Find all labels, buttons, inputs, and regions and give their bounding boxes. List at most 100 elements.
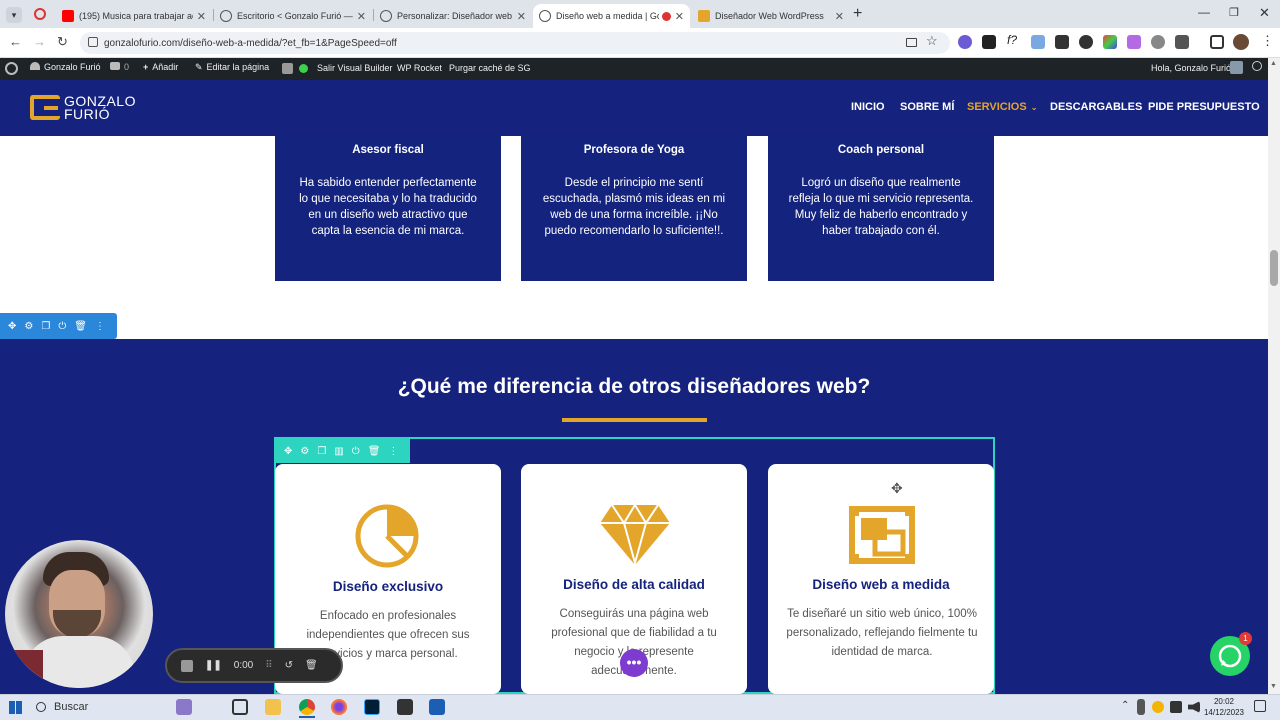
webcam-overlay[interactable] — [5, 540, 153, 688]
delete-recording-icon[interactable]: 🗑 — [305, 660, 318, 671]
columns-icon[interactable]: ▥ — [334, 446, 343, 457]
extension-grey-icon[interactable] — [1151, 35, 1165, 49]
wp-add-new[interactable]: + Añadir — [143, 62, 178, 72]
close-tab-icon[interactable]: ✕ — [675, 10, 684, 23]
trash-icon[interactable]: 🗑 — [74, 321, 87, 332]
nav-pide-presupuesto[interactable]: PIDE PRESUPUESTO — [1148, 101, 1260, 113]
nav-servicios[interactable]: SERVICIOS ⌄ — [967, 101, 1037, 113]
notes-icon[interactable] — [397, 699, 413, 715]
wp-search-icon[interactable] — [1252, 61, 1262, 71]
close-tab-icon[interactable]: ✕ — [357, 10, 366, 23]
duplicate-icon[interactable]: ❐ — [41, 321, 50, 332]
reload-icon[interactable]: ↻ — [57, 34, 68, 50]
duplicate-icon[interactable]: ❐ — [317, 446, 326, 457]
restore-window-button[interactable]: ❐ — [1229, 6, 1239, 19]
tab-escritorio[interactable]: Escritorio < Gonzalo Furió — W ✕ — [214, 4, 372, 28]
wp-greeting[interactable]: Hola, Gonzalo Furió — [1151, 63, 1231, 73]
scroll-down-icon[interactable]: ▼ — [1270, 683, 1277, 690]
app-icon[interactable] — [429, 699, 445, 715]
drag-grid-icon[interactable]: ⠿ — [265, 660, 272, 671]
windows-start-icon[interactable] — [9, 701, 22, 714]
extension-gmail-icon[interactable] — [1055, 35, 1069, 49]
nav-descargables[interactable]: DESCARGABLES — [1050, 101, 1142, 113]
tab-personalizar[interactable]: Personalizar: Diseñador web ✕ — [374, 4, 532, 28]
tab-youtube[interactable]: (195) Musica para trabajar activ✕ — [56, 4, 212, 28]
minimize-window-button[interactable]: — — [1198, 5, 1210, 19]
chrome-icon[interactable] — [299, 699, 315, 715]
taskbar-clock[interactable]: 20:02 14/12/2023 — [1199, 696, 1249, 718]
tray-weather-icon[interactable] — [1152, 701, 1164, 713]
extension-purple-icon[interactable] — [1127, 35, 1141, 49]
wp-rocket[interactable]: WP Rocket — [397, 63, 442, 73]
bookmark-star-icon[interactable]: ☆ — [926, 33, 938, 49]
extensions-puzzle-icon[interactable] — [1175, 35, 1189, 49]
close-window-button[interactable]: ✕ — [1259, 5, 1270, 21]
yoast-icon[interactable] — [282, 63, 293, 74]
diamond-icon — [600, 503, 670, 567]
profile-avatar[interactable] — [1233, 34, 1249, 50]
extension-pen-icon[interactable] — [982, 35, 996, 49]
testimonial-name: Profesora de Yoga — [583, 144, 685, 156]
stop-record-button[interactable] — [181, 659, 193, 672]
page-scrollbar[interactable] — [1268, 58, 1280, 694]
tray-app-icon[interactable] — [1137, 699, 1145, 715]
testimonial-text: Logró un diseño que realmente refleja lo… — [788, 177, 974, 237]
site-info-icon[interactable] — [88, 37, 98, 47]
wp-exit-visual-builder[interactable]: Salir Visual Builder — [317, 63, 392, 73]
wordpress-logo-icon[interactable] — [5, 62, 18, 75]
builder-page-settings-button[interactable]: ••• — [620, 649, 648, 677]
person-jacket — [13, 650, 43, 688]
wp-comments[interactable]: 0 — [110, 62, 129, 72]
nav-sobre-mi[interactable]: SOBRE MÍ — [900, 101, 954, 113]
browser-menu-icon[interactable]: ⋮ — [1261, 33, 1274, 49]
task-view-icon[interactable] — [232, 699, 248, 715]
trash-icon[interactable]: 🗑 — [368, 446, 381, 457]
scroll-up-icon[interactable]: ▲ — [1270, 60, 1277, 67]
extension-screen-icon[interactable] — [1031, 35, 1045, 49]
system-tray-chevron-icon[interactable]: ⌃ — [1121, 700, 1129, 711]
notifications-icon[interactable] — [1254, 700, 1266, 712]
wp-purge-cache[interactable]: Purgar caché de SG — [449, 63, 531, 73]
close-tab-icon[interactable]: ✕ — [835, 10, 844, 23]
firefox-icon[interactable] — [331, 699, 347, 715]
address-bar[interactable]: gonzalofurio.com/diseño-web-a-medida/?et… — [80, 32, 950, 54]
search-highlight-icon[interactable] — [176, 699, 192, 715]
extension-circle-icon[interactable] — [1079, 35, 1093, 49]
nav-inicio[interactable]: INICIO — [851, 101, 885, 113]
user-avatar[interactable] — [1230, 61, 1243, 74]
close-tab-icon[interactable]: ✕ — [197, 10, 206, 23]
file-explorer-icon[interactable] — [265, 699, 281, 715]
tab-search-button[interactable]: ▾ — [6, 7, 22, 23]
more-options-icon[interactable]: ⋮ — [95, 321, 105, 332]
settings-gear-icon[interactable]: ⚙ — [24, 321, 33, 332]
settings-gear-icon[interactable]: ⚙ — [300, 446, 309, 457]
close-tab-icon[interactable]: ✕ — [517, 10, 526, 23]
globe-icon — [539, 10, 551, 22]
new-tab-button[interactable]: + — [853, 5, 862, 23]
chevron-down-icon: ⌄ — [1030, 103, 1038, 112]
tab-disenador-wordpress[interactable]: Diseñador Web WordPress ✕ — [692, 4, 850, 28]
active-app-underline — [299, 716, 315, 718]
wp-edit-page[interactable]: ✎ Editar la página — [195, 62, 269, 73]
network-icon[interactable] — [1170, 701, 1182, 713]
pause-icon[interactable]: ❚❚ — [205, 660, 222, 671]
more-options-icon[interactable]: ⋮ — [388, 446, 398, 457]
move-icon[interactable]: ✥ — [8, 321, 16, 332]
taskbar-search[interactable]: Buscar — [36, 697, 196, 717]
photoshop-icon[interactable] — [364, 699, 380, 715]
side-panel-icon[interactable] — [1210, 35, 1224, 49]
logo-line2[interactable]: FURIÓ — [64, 107, 110, 121]
extension-font-icon[interactable]: f? — [1007, 33, 1017, 47]
back-arrow-icon[interactable]: ← — [9, 34, 22, 49]
move-icon[interactable]: ✥ — [284, 446, 292, 457]
restart-icon[interactable]: ↺ — [285, 660, 293, 671]
save-to-library-icon[interactable]: ⏻ — [58, 321, 66, 332]
scrollbar-thumb[interactable] — [1270, 250, 1278, 286]
save-to-library-icon[interactable]: ⏻ — [352, 446, 360, 457]
extension-gem-icon[interactable] — [1103, 35, 1117, 49]
wp-site-name[interactable]: Gonzalo Furió — [30, 62, 101, 72]
cast-icon[interactable] — [906, 38, 917, 47]
extension-gear-icon[interactable] — [958, 35, 972, 49]
forward-arrow-icon[interactable]: → — [33, 34, 46, 49]
tab-diseno-web-a-medida[interactable]: Diseño web a medida | Gon ✕ — [533, 4, 690, 28]
